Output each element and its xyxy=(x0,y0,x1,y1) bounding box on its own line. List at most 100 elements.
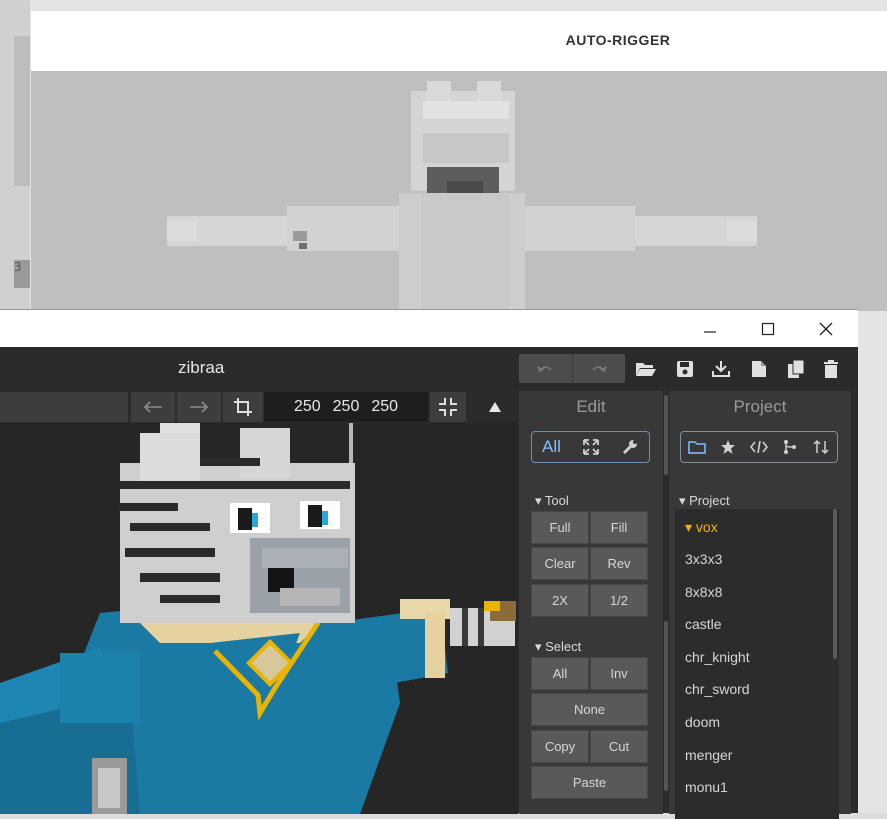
undo-icon xyxy=(537,365,552,372)
arrow-right-icon xyxy=(190,401,209,413)
trash-icon xyxy=(824,360,838,378)
desktop-edge-label: 3 xyxy=(14,260,30,288)
project-item[interactable]: castle xyxy=(685,616,722,632)
duplicate-button[interactable] xyxy=(784,357,808,381)
project-section-label: ▾ Project xyxy=(679,493,730,508)
tab-files[interactable] xyxy=(681,440,712,454)
branch-icon xyxy=(784,440,797,454)
tool-clear-button[interactable]: Clear xyxy=(531,547,589,580)
triangle-up-icon xyxy=(489,402,501,412)
save-icon xyxy=(677,361,693,377)
project-item[interactable]: menger xyxy=(685,747,732,763)
tool-half-button[interactable]: 1/2 xyxy=(590,584,648,617)
voxel-viewport[interactable] xyxy=(0,423,518,814)
project-folder-vox[interactable]: ▾ vox xyxy=(685,519,718,536)
voxel-character-render xyxy=(0,423,516,814)
open-button[interactable] xyxy=(634,357,658,381)
download-icon xyxy=(712,361,730,377)
size-y: 250 xyxy=(332,398,360,415)
close-button[interactable] xyxy=(797,310,855,347)
tab-favorites[interactable] xyxy=(712,439,743,455)
crop-icon xyxy=(234,398,252,416)
select-inverse-button[interactable]: Inv xyxy=(590,657,648,690)
undo-button[interactable] xyxy=(519,354,573,383)
cut-button[interactable]: Cut xyxy=(590,730,648,763)
wrench-icon xyxy=(622,440,637,455)
new-file-button[interactable] xyxy=(747,357,771,381)
tab-branch[interactable] xyxy=(775,439,806,455)
code-icon xyxy=(750,440,768,454)
copy-button[interactable]: Copy xyxy=(531,730,589,763)
select-all-button[interactable]: All xyxy=(531,657,589,690)
redo-button[interactable] xyxy=(573,354,626,383)
save-button[interactable] xyxy=(673,357,697,381)
tool-fill-button[interactable]: Fill xyxy=(590,511,648,544)
expand-arrows-icon xyxy=(582,439,599,455)
project-item[interactable]: 8x8x8 xyxy=(685,584,722,600)
maximize-button[interactable] xyxy=(739,310,797,347)
close-icon xyxy=(819,322,833,335)
edit-panel: Edit All ▾ Tool Full Fill Clear Rev 2X 1… xyxy=(519,391,668,814)
project-panel: Project ▾ Project ▾ vox 3x3x3 8x8x8 cast… xyxy=(669,391,851,819)
minimize-icon xyxy=(704,330,716,333)
crop-button[interactable] xyxy=(223,392,263,422)
new-file-icon xyxy=(752,361,766,377)
project-file-list: ▾ vox 3x3x3 8x8x8 castle chr_knight chr_… xyxy=(675,509,839,819)
tab-tools[interactable] xyxy=(610,439,649,455)
project-item[interactable]: doom xyxy=(685,714,720,730)
export-button[interactable] xyxy=(709,357,733,381)
project-item[interactable]: 3x3x3 xyxy=(685,551,722,567)
size-x: 250 xyxy=(293,398,321,415)
open-folder-icon xyxy=(636,363,656,376)
maximize-icon xyxy=(761,322,775,335)
compress-icon xyxy=(439,398,457,416)
paste-button[interactable]: Paste xyxy=(531,766,648,799)
redo-icon xyxy=(592,365,607,372)
tab-code[interactable] xyxy=(743,440,774,454)
size-z: 250 xyxy=(371,398,399,415)
edit-panel-title: Edit xyxy=(576,397,606,416)
project-list-scrollbar[interactable] xyxy=(833,509,837,659)
tool-full-button[interactable]: Full xyxy=(531,511,589,544)
project-tabs xyxy=(680,431,838,463)
folder-icon xyxy=(687,441,706,454)
auto-rigger-titlebar: AUTO-RIGGER xyxy=(31,11,887,71)
arrow-left-icon xyxy=(143,401,162,413)
delete-button[interactable] xyxy=(819,357,843,381)
voxel-editor-window[interactable]: zibraa 250 250 250 Edit All ▾ Tool Full … xyxy=(0,309,858,819)
tab-all[interactable]: All xyxy=(532,437,571,457)
tab-transform[interactable] xyxy=(571,439,610,455)
back-button[interactable] xyxy=(131,392,175,422)
viewport-toolbar: 250 250 250 xyxy=(0,391,518,423)
auto-rigger-window[interactable]: AUTO-RIGGER xyxy=(31,11,887,311)
duplicate-icon xyxy=(788,359,805,378)
forward-button[interactable] xyxy=(177,392,221,422)
history-group xyxy=(519,354,625,383)
tool-section-label: ▾ Tool xyxy=(535,493,569,508)
palette-field[interactable] xyxy=(0,392,128,422)
shrink-button[interactable] xyxy=(430,392,466,422)
project-panel-title: Project xyxy=(733,397,787,416)
rig-character-preview xyxy=(167,81,757,311)
tab-sort[interactable] xyxy=(806,439,837,455)
edit-panel-scrollbar-top[interactable] xyxy=(664,395,668,475)
app-header: zibraa xyxy=(0,347,858,391)
edit-panel-scrollbar[interactable] xyxy=(664,621,668,791)
sort-arrows-icon xyxy=(813,439,829,455)
tool-rev-button[interactable]: Rev xyxy=(590,547,648,580)
window-titlebar xyxy=(0,310,858,347)
model-size-display[interactable]: 250 250 250 xyxy=(264,392,428,422)
desktop-strip-dark xyxy=(14,36,30,186)
auto-rigger-viewport[interactable] xyxy=(31,71,887,311)
select-section-label: ▾ Select xyxy=(535,639,582,654)
select-none-button[interactable]: None xyxy=(531,693,648,726)
star-icon xyxy=(720,440,735,454)
auto-rigger-title: AUTO-RIGGER xyxy=(565,32,671,48)
document-title: zibraa xyxy=(178,358,225,377)
minimize-button[interactable] xyxy=(681,310,739,347)
project-item[interactable]: chr_sword xyxy=(685,681,750,697)
collapse-button[interactable] xyxy=(474,392,516,422)
project-item[interactable]: chr_knight xyxy=(685,649,750,665)
tool-2x-button[interactable]: 2X xyxy=(531,584,589,617)
project-item[interactable]: monu1 xyxy=(685,779,728,795)
